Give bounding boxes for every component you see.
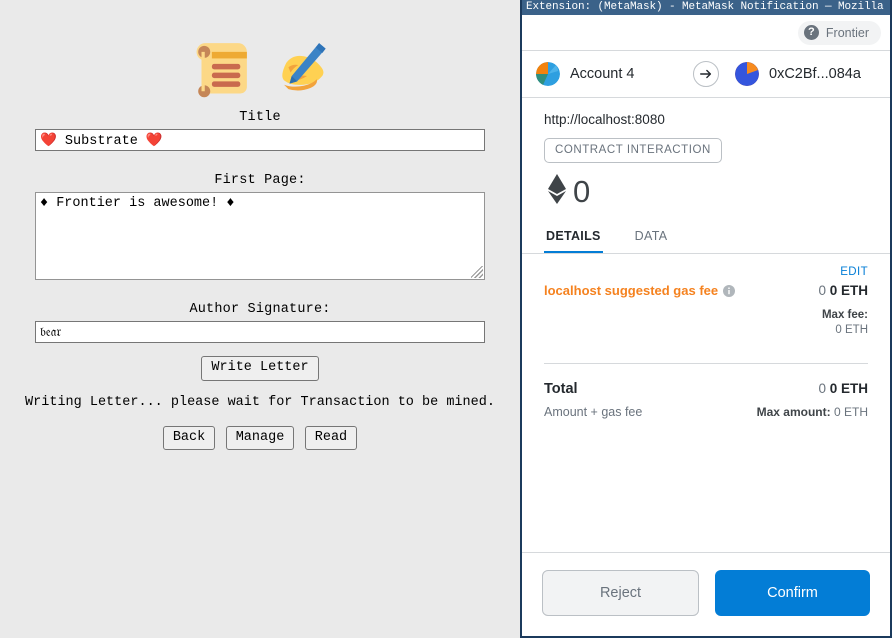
network-selector[interactable]: ? Frontier — [797, 20, 881, 45]
first-page-field-wrap: ♦ Frontier is awesome! ♦ — [35, 192, 485, 280]
gas-fee-eth: 0 ETH — [829, 283, 868, 298]
origin-url: http://localhost:8080 — [544, 112, 665, 127]
action-footer: Reject Confirm — [522, 552, 890, 636]
total-row: Total Amount + gas fee 0 0 ETH Max amoun… — [544, 381, 868, 419]
total-left: Total Amount + gas fee — [544, 381, 642, 419]
question-mark-icon: ? — [803, 25, 819, 40]
gas-fee-label: localhost suggested gas fee — [544, 283, 719, 298]
tab-details[interactable]: DETAILS — [544, 220, 603, 253]
metamask-body: ? Frontier Account 4 0xC2Bf...084a http:… — [522, 15, 890, 636]
origin-block: http://localhost:8080 CONTRACT INTERACTI… — [522, 98, 890, 220]
ethereum-icon — [546, 173, 568, 210]
author-signature-label: Author Signature: — [189, 302, 331, 317]
title-field-wrap — [35, 129, 485, 151]
window-titlebar: Extension: (MetaMask) - MetaMask Notific… — [522, 0, 890, 15]
max-amount-group: Max amount: 0 ETH — [757, 405, 868, 419]
signature-field-wrap — [35, 321, 485, 343]
details-pane: EDIT localhost suggested gas fee 0 0 ETH… — [522, 254, 890, 552]
gas-fee-label-group: localhost suggested gas fee — [544, 283, 736, 298]
total-sublabel: Amount + gas fee — [544, 405, 643, 419]
transaction-type-chip: CONTRACT INTERACTION — [544, 138, 722, 163]
edit-gas-link[interactable]: EDIT — [544, 254, 868, 278]
writing-hand-emoji — [282, 43, 326, 91]
max-fee-label: Max fee: — [821, 309, 868, 321]
max-amount-value: 0 ETH — [833, 405, 868, 419]
write-letter-button[interactable]: Write Letter — [201, 356, 319, 381]
back-button[interactable]: Back — [162, 425, 216, 451]
amount-value: 0 — [573, 174, 591, 209]
first-page-textarea[interactable]: ♦ Frontier is awesome! ♦ — [35, 192, 485, 280]
author-signature-input[interactable] — [35, 321, 485, 343]
total-label: Total — [544, 381, 578, 397]
gas-fee-amount: 0 0 ETH — [818, 283, 868, 298]
arrow-right-icon — [693, 61, 719, 87]
tab-bar: DETAILS DATA — [522, 220, 890, 254]
to-account-address: 0xC2Bf...084a — [769, 66, 861, 82]
tab-data[interactable]: DATA — [633, 220, 670, 253]
read-button[interactable]: Read — [304, 425, 358, 451]
amount-row: 0 — [544, 173, 868, 210]
max-amount-label: Max amount: — [756, 405, 831, 419]
network-row: ? Frontier — [522, 15, 890, 51]
header-emoji-art — [0, 0, 520, 110]
metamask-notification-window: Extension: (MetaMask) - MetaMask Notific… — [520, 0, 892, 638]
title-label: Title — [239, 110, 281, 125]
manage-button[interactable]: Manage — [225, 425, 295, 451]
max-fee-value: 0 ETH — [835, 324, 868, 336]
title-input[interactable] — [35, 129, 485, 151]
write-letter-row: Write Letter — [0, 356, 520, 381]
network-label: Frontier — [825, 25, 869, 40]
details-divider — [544, 363, 868, 364]
from-account[interactable]: Account 4 — [536, 62, 677, 86]
total-amount: 0 0 ETH — [757, 381, 868, 396]
transaction-status-text: Writing Letter... please wait for Transa… — [25, 394, 495, 410]
confirm-button[interactable]: Confirm — [715, 570, 870, 616]
nav-button-row: Back Manage Read — [0, 425, 520, 451]
scroll-emoji — [196, 43, 247, 98]
to-account-avatar — [735, 62, 759, 86]
from-account-avatar — [536, 62, 560, 86]
total-eth: 0 ETH — [829, 381, 868, 396]
reject-button[interactable]: Reject — [542, 570, 699, 616]
total-values: 0 0 ETH Max amount: 0 ETH — [757, 381, 868, 419]
gas-fee-fiat: 0 — [818, 283, 826, 298]
total-fiat: 0 — [818, 381, 826, 396]
info-icon[interactable] — [723, 284, 736, 297]
from-account-name: Account 4 — [570, 66, 635, 82]
dapp-page: Title First Page: ♦ Frontier is awesome!… — [0, 0, 520, 638]
screen-root: Title First Page: ♦ Frontier is awesome!… — [0, 0, 892, 638]
to-account[interactable]: 0xC2Bf...084a — [735, 62, 876, 86]
gas-fee-values: 0 0 ETH Max fee: 0 ETH — [818, 283, 868, 336]
account-transfer-row: Account 4 0xC2Bf...084a — [522, 51, 890, 98]
first-page-label: First Page: — [214, 173, 306, 188]
gas-fee-row: localhost suggested gas fee 0 0 ETH Max … — [544, 283, 868, 336]
